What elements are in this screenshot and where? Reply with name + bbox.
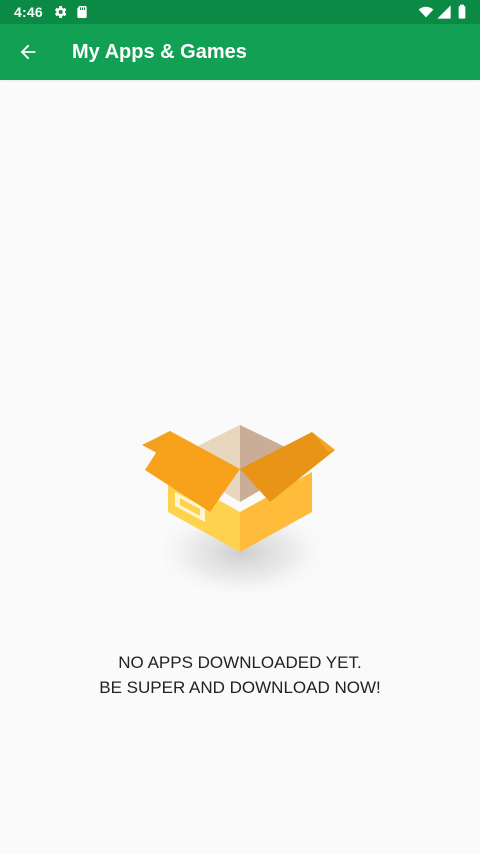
back-button[interactable] — [12, 36, 44, 68]
sd-card-icon — [77, 6, 87, 18]
open-box-icon — [142, 425, 335, 600]
page-title: My Apps & Games — [72, 41, 247, 63]
wifi-icon — [418, 6, 434, 18]
status-time: 4:46 — [14, 4, 43, 20]
signal-icon — [437, 5, 451, 19]
gear-icon — [55, 6, 67, 18]
empty-message-line-1: NO APPS DOWNLOADED YET. — [118, 653, 362, 672]
empty-message: NO APPS DOWNLOADED YET. BE SUPER AND DOW… — [40, 650, 440, 700]
empty-message-line-2: BE SUPER AND DOWNLOAD NOW! — [99, 678, 381, 697]
status-bar: 4:46 — [0, 0, 480, 24]
battery-icon — [458, 4, 466, 19]
back-arrow-icon — [20, 44, 36, 60]
app-toolbar: My Apps & Games — [0, 24, 480, 80]
